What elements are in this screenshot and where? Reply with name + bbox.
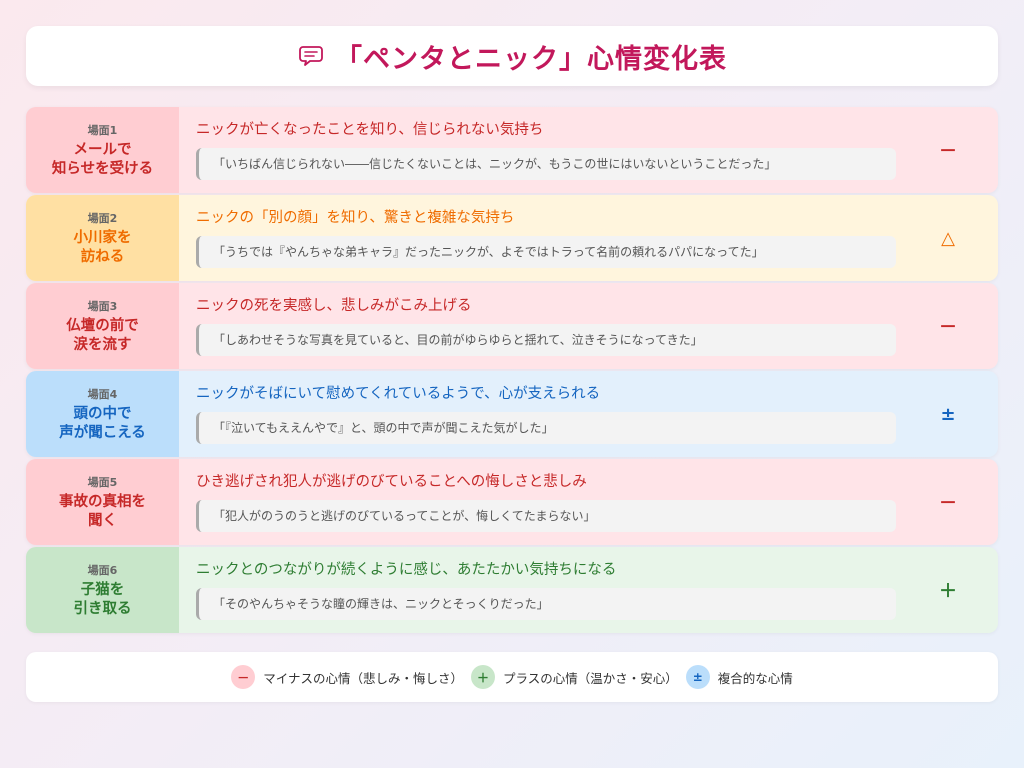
scene-number: 場面3	[87, 299, 118, 313]
scene-quote: 「しあわせそうな写真を見ていると、目の前がゆらゆらと揺れて、泣きそうになってきた…	[196, 324, 896, 356]
scene-label: 場面3 仏壇の前で 涙を流す	[26, 283, 179, 369]
scene-title-line: 聞く	[88, 512, 117, 529]
scene-quote: 「犯人がのうのうと逃げのびているってことが、悔しくてたまらない」	[196, 500, 896, 532]
scene-body: ひき逃げされ犯人が逃げのびていることへの悔しさと悲しみ 「犯人がのうのうと逃げの…	[179, 459, 898, 545]
scene-label: 場面2 小川家を 訪ねる	[26, 195, 179, 281]
scene-title-line: メールで	[73, 141, 132, 158]
scene-title: 事故の真相を 聞く	[59, 493, 146, 531]
scene-label: 場面4 頭の中で 声が聞こえる	[26, 371, 179, 457]
emotion-mark: △	[941, 227, 955, 249]
scene-row: 場面6 子猫を 引き取る ニックとのつながりが続くように感じ、あたたかい気持ちに…	[26, 547, 998, 633]
emotion-mark: ±	[940, 403, 956, 425]
scene-label: 場面1 メールで 知らせを受ける	[26, 107, 179, 193]
scene-title-line: 声が聞こえる	[59, 424, 146, 441]
scene-emotion: ニックが亡くなったことを知り、信じられない気持ち	[196, 122, 544, 138]
scene-body: ニックの「別の顔」を知り、驚きと複雑な気持ち 「うちでは『やんちゃな弟キャラ』だ…	[179, 195, 898, 281]
emotion-mark: ＋	[939, 581, 957, 602]
scene-title-line: 小川家を	[73, 229, 132, 246]
legend-symbol: ＋	[470, 665, 495, 689]
legend-text: 複合的な心情	[717, 670, 793, 686]
scene-body: ニックとのつながりが続くように感じ、あたたかい気持ちになる 「そのやんちゃそうな…	[179, 547, 898, 633]
legend-text: マイナスの心情（悲しみ・悔しさ）	[263, 670, 463, 686]
scene-number: 場面2	[87, 211, 118, 225]
scene-title: 子猫を 引き取る	[74, 581, 132, 619]
scene-quote: 「そのやんちゃそうな瞳の輝きは、ニックとそっくりだった」	[196, 588, 896, 620]
scene-label: 場面5 事故の真相を 聞く	[26, 459, 179, 545]
legend: － マイナスの心情（悲しみ・悔しさ） ＋ プラスの心情（温かさ・安心） ± 複合…	[26, 652, 998, 702]
scene-number: 場面1	[87, 123, 118, 137]
scene-emotion: ひき逃げされ犯人が逃げのびていることへの悔しさと悲しみ	[196, 474, 587, 490]
scene-title: 小川家を 訪ねる	[74, 229, 132, 267]
scene-body: ニックの死を実感し、悲しみがこみ上げる 「しあわせそうな写真を見ていると、目の前…	[179, 283, 898, 369]
scene-title: メールで 知らせを受ける	[52, 141, 153, 179]
scene-title-line: 事故の真相を	[59, 493, 146, 510]
scene-title-line: 引き取る	[73, 600, 132, 617]
scene-number: 場面5	[87, 475, 118, 489]
legend-text: プラスの心情（温かさ・安心）	[502, 670, 678, 686]
scene-title: 頭の中で 声が聞こえる	[59, 405, 146, 443]
legend-symbol: －	[231, 665, 256, 689]
scene-quote: 「うちでは『やんちゃな弟キャラ』だったニックが、よそではトラって名前の頼れるパパ…	[196, 236, 896, 268]
legend-item: ＋ プラスの心情（温かさ・安心）	[470, 665, 678, 689]
scene-title-line: 知らせを受ける	[51, 160, 154, 177]
legend-symbol: ±	[685, 665, 710, 689]
scene-title: 仏壇の前で 涙を流す	[66, 317, 139, 355]
scene-number: 場面6	[87, 563, 118, 577]
emotion-mark: －	[939, 493, 957, 514]
scene-row: 場面1 メールで 知らせを受ける ニックが亡くなったことを知り、信じられない気持…	[26, 107, 998, 193]
speech-bubble-icon	[299, 46, 323, 66]
scene-title-line: 仏壇の前で	[66, 317, 139, 334]
scene-title-line: 頭の中で	[73, 405, 132, 422]
scene-body: ニックが亡くなったことを知り、信じられない気持ち 「いちばん信じられない――信じ…	[179, 107, 898, 193]
legend-item: － マイナスの心情（悲しみ・悔しさ）	[231, 665, 463, 689]
scene-row: 場面5 事故の真相を 聞く ひき逃げされ犯人が逃げのびていることへの悔しさと悲し…	[26, 459, 998, 545]
scene-quote: 「『泣いてもええんやで』と、頭の中で声が聞こえた気がした」	[196, 412, 896, 444]
scene-emotion: ニックの「別の顔」を知り、驚きと複雑な気持ち	[196, 210, 515, 226]
title-card: 「ペンタとニック」心情変化表	[26, 26, 998, 86]
scene-number: 場面4	[87, 387, 118, 401]
scene-emotion: ニックとのつながりが続くように感じ、あたたかい気持ちになる	[196, 562, 617, 578]
scene-row: 場面3 仏壇の前で 涙を流す ニックの死を実感し、悲しみがこみ上げる 「しあわせ…	[26, 283, 998, 369]
emotion-mark: －	[939, 141, 957, 162]
page-title: 「ペンタとニック」心情変化表	[335, 43, 727, 75]
scene-row: 場面4 頭の中で 声が聞こえる ニックがそばにいて慰めてくれているようで、心が支…	[26, 371, 998, 457]
scene-label: 場面6 子猫を 引き取る	[26, 547, 179, 633]
emotion-mark: －	[939, 317, 957, 338]
scene-body: ニックがそばにいて慰めてくれているようで、心が支えられる 「『泣いてもええんやで…	[179, 371, 898, 457]
scene-title-line: 涙を流す	[73, 336, 132, 353]
scene-title-line: 子猫を	[80, 581, 125, 598]
legend-item: ± 複合的な心情	[685, 665, 793, 689]
scene-emotion: ニックがそばにいて慰めてくれているようで、心が支えられる	[196, 386, 601, 402]
scene-quote: 「いちばん信じられない――信じたくないことは、ニックが、もうこの世にはいないとい…	[196, 148, 896, 180]
scene-emotion: ニックの死を実感し、悲しみがこみ上げる	[196, 298, 472, 314]
scene-title-line: 訪ねる	[80, 248, 125, 265]
scene-row: 場面2 小川家を 訪ねる ニックの「別の顔」を知り、驚きと複雑な気持ち 「うちで…	[26, 195, 998, 281]
